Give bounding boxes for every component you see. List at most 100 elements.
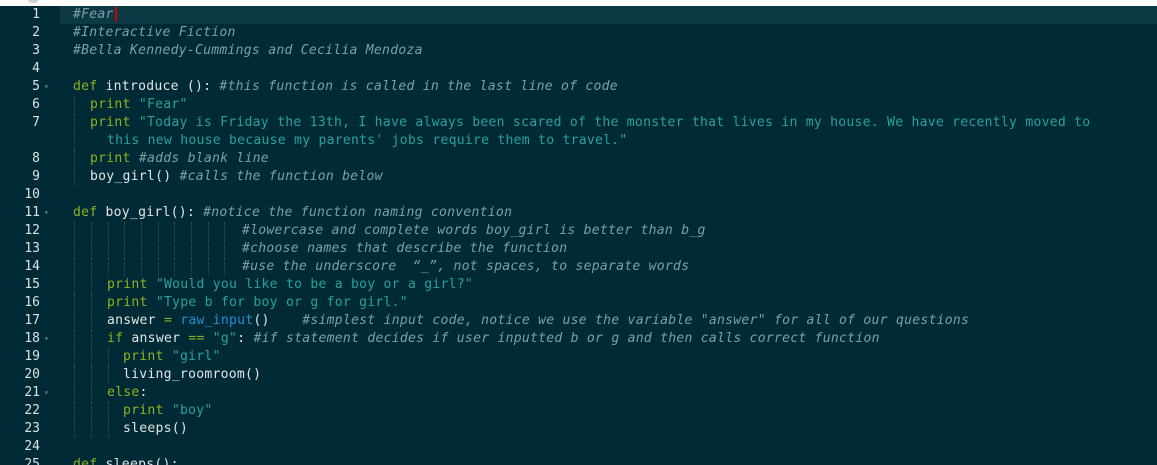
code-line-24[interactable]	[60, 438, 1157, 456]
builtin-function: raw_input	[180, 313, 254, 328]
indent-guide	[74, 240, 75, 258]
indent-guide	[74, 312, 75, 330]
code-line-23[interactable]: sleeps()	[60, 420, 1157, 438]
indent-guide	[108, 258, 109, 276]
string: "Fear"	[138, 97, 188, 112]
function-call: sleeps()	[123, 421, 189, 436]
code-line-15[interactable]: print "Would you like to be a boy or a g…	[60, 276, 1157, 294]
code-area[interactable]: #Fear #Interactive Fiction #Bella Kenned…	[60, 6, 1157, 465]
indent-guide	[108, 402, 109, 420]
comment: #Fear	[73, 7, 114, 22]
code-line-4[interactable]	[60, 60, 1157, 78]
code-line-22[interactable]: print "boy"	[60, 402, 1157, 420]
indent-guide	[74, 402, 75, 420]
line-number-gutter: 1 2 3 4 5 ▾ 6 7 8 9 10 11 ▾ 12 13 14 15 16 17 18 ▾ 19 20 21 ▾ 22 2…	[0, 6, 60, 465]
code-line-6[interactable]: print "Fear"	[60, 96, 1157, 114]
code-line-5[interactable]: def introduce (): #this function is call…	[60, 78, 1157, 96]
string: this new house because my parents' jobs …	[107, 133, 628, 148]
comment: #this function is called in the last lin…	[219, 79, 618, 94]
variable: answer	[123, 331, 189, 346]
line-number: 2	[32, 25, 40, 40]
code-line-8[interactable]: print #adds blank line	[60, 150, 1157, 168]
comment: #Interactive Fiction	[73, 25, 236, 40]
line-number: 16	[24, 295, 40, 310]
line-number: 12	[24, 223, 40, 238]
code-line-11[interactable]: def boy_girl(): #notice the function nam…	[60, 204, 1157, 222]
line-number: 8	[32, 151, 40, 166]
indent-guide	[91, 258, 92, 276]
line-number: 19	[24, 349, 40, 364]
code-line-13[interactable]: #choose names that describe the function	[60, 240, 1157, 258]
function-name: boy_girl():	[97, 205, 204, 220]
indent-guide	[74, 384, 75, 402]
indent-guide	[191, 258, 192, 276]
indent-guide	[124, 258, 125, 276]
indent-guide	[208, 222, 209, 240]
fold-arrow-icon[interactable]: ▾	[44, 384, 54, 402]
code-line-2[interactable]: #Interactive Fiction	[60, 24, 1157, 42]
line-number: 15	[24, 277, 40, 292]
keyword: if	[107, 331, 124, 346]
scroll-indicator	[28, 0, 38, 3]
code-line-16[interactable]: print "Type b for boy or g for girl."	[60, 294, 1157, 312]
fold-arrow-icon[interactable]: ▾	[44, 204, 54, 222]
indent-guide	[91, 294, 92, 312]
fold-arrow-icon[interactable]: ▾	[44, 78, 54, 96]
indent-guide	[91, 366, 92, 384]
indent-guide	[74, 114, 75, 132]
keyword: def	[73, 205, 98, 220]
code-line-19[interactable]: print "girl"	[60, 348, 1157, 366]
keyword: print	[107, 295, 148, 310]
string: "Would you like to be a boy or a girl?"	[155, 277, 474, 292]
indent-guide	[91, 222, 92, 240]
function-name: introduce ():	[97, 79, 220, 94]
parentheses: ()	[253, 313, 303, 328]
code-line-7-wrap[interactable]: this new house because my parents' jobs …	[60, 132, 1157, 150]
code-line-14[interactable]: #use the underscore “_”, not spaces, to …	[60, 258, 1157, 276]
code-line-17[interactable]: answer = raw_input() #simplest input cod…	[60, 312, 1157, 330]
line-number: 10	[24, 187, 40, 202]
keyword: print	[123, 349, 164, 364]
line-number: 5	[32, 79, 40, 94]
code-line-1[interactable]: #Fear	[60, 6, 1157, 24]
indent-guide	[74, 294, 75, 312]
keyword: def	[73, 457, 98, 465]
line-number: 14	[24, 259, 40, 274]
indent-guide	[191, 240, 192, 258]
code-line-7[interactable]: print "Today is Friday the 13th, I have …	[60, 114, 1157, 132]
indent-guide	[74, 276, 75, 294]
variable: answer	[107, 313, 164, 328]
code-line-25[interactable]: def sleeps():	[60, 456, 1157, 465]
comment: #use the underscore “_”, not spaces, to …	[242, 259, 690, 274]
comment: #choose names that describe the function	[242, 241, 568, 256]
keyword: print	[90, 151, 131, 166]
line-number	[0, 132, 40, 150]
fold-arrow-icon[interactable]: ▾	[44, 330, 54, 348]
comment: #notice the function naming convention	[203, 205, 513, 220]
indent-guide	[158, 240, 159, 258]
code-line-3[interactable]: #Bella Kennedy-Cummings and Cecilia Mend…	[60, 42, 1157, 60]
code-line-20[interactable]: living_roomroom()	[60, 366, 1157, 384]
indent-guide	[91, 276, 92, 294]
string: "Type b for boy or g for girl."	[155, 295, 408, 310]
indent-guide	[91, 240, 92, 258]
code-line-10[interactable]	[60, 186, 1157, 204]
indent-guide	[224, 258, 225, 276]
function-call: boy_girl()	[90, 169, 180, 184]
indent-guide	[141, 222, 142, 240]
keyword: print	[123, 403, 164, 418]
indent-guide	[91, 402, 92, 420]
code-line-18[interactable]: if answer == "g": #if statement decides …	[60, 330, 1157, 348]
comment: #if statement decides if user inputted b…	[253, 331, 880, 346]
code-line-9[interactable]: boy_girl() #calls the function below	[60, 168, 1157, 186]
text-cursor	[114, 7, 117, 22]
code-line-12[interactable]: #lowercase and complete words boy_girl i…	[60, 222, 1157, 240]
indent-guide	[174, 240, 175, 258]
operator: =	[163, 313, 173, 328]
line-number: 23	[24, 421, 40, 436]
code-editor[interactable]: 1 2 3 4 5 ▾ 6 7 8 9 10 11 ▾ 12 13 14 15 16 17 18 ▾ 19 20 21 ▾ 22 2…	[0, 6, 1157, 465]
indent-guide	[224, 222, 225, 240]
string: "Today is Friday the 13th, I have always…	[138, 115, 1091, 130]
code-line-21[interactable]: else:	[60, 384, 1157, 402]
keyword: print	[90, 115, 131, 130]
